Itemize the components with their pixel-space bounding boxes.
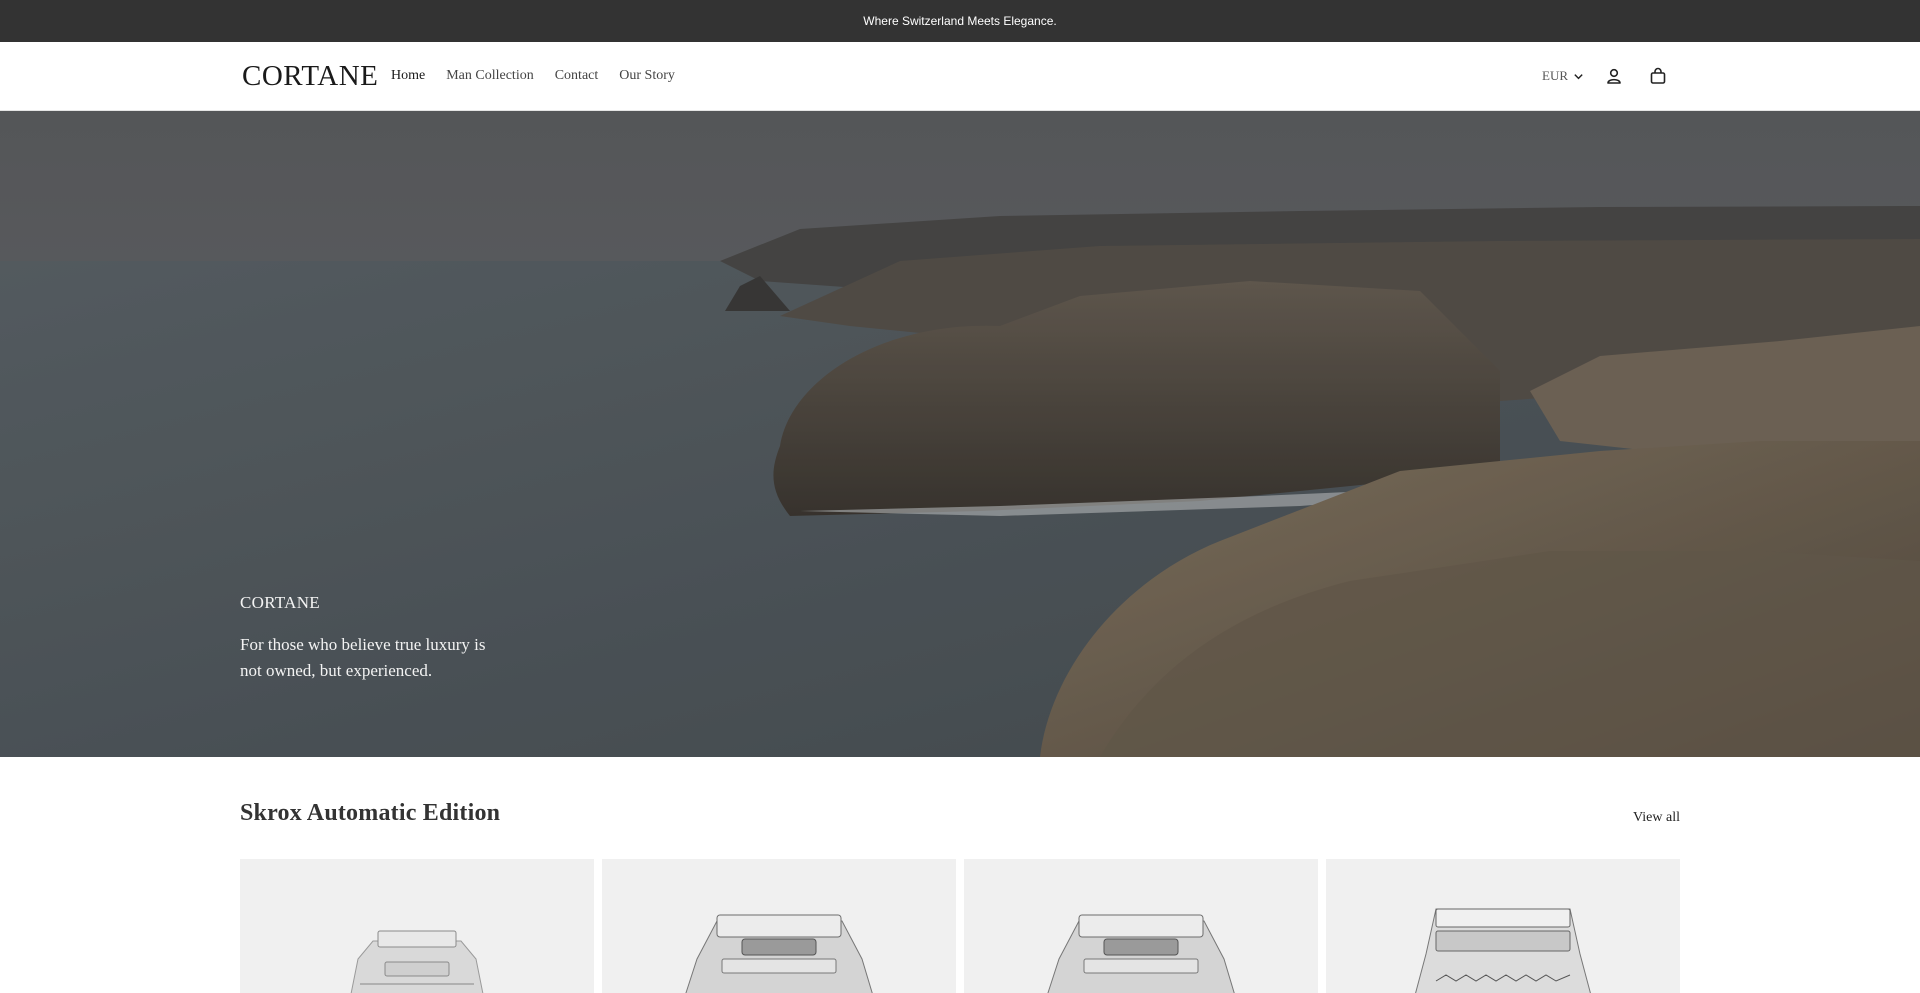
hero-brand: CORTANE [240,593,320,612]
watch-image [1415,908,1591,993]
collection-title: Skrox Automatic Edition [240,800,501,826]
product-grid [240,859,1680,993]
nav-man-collection[interactable]: Man Collection [446,68,534,84]
chevron-down-icon [1574,73,1583,79]
main-nav: Home Man Collection Contact Our Story [391,68,675,84]
nav-home[interactable]: Home [391,68,425,84]
account-icon[interactable] [1603,65,1625,87]
product-card[interactable] [964,859,1318,993]
nav-our-story[interactable]: Our Story [619,68,675,84]
watch-image [685,914,873,993]
currency-label: EUR [1542,68,1568,83]
logo[interactable]: CORTANE [242,60,378,93]
site-header: CORTANE Home Man Collection Contact Our … [0,42,1920,111]
hero-banner: CORTANE For those who believe true luxur… [0,111,1920,757]
announcement-text: Where Switzerland Meets Elegance. [863,14,1057,28]
product-card[interactable] [240,859,594,993]
announcement-bar: Where Switzerland Meets Elegance. [0,0,1920,42]
nav-contact[interactable]: Contact [555,68,599,84]
view-all-link[interactable]: View all [1633,810,1680,826]
watch-image [350,930,484,993]
currency-selector[interactable]: EUR [1542,68,1584,84]
product-card[interactable] [602,859,956,993]
cart-icon[interactable] [1647,65,1669,87]
product-card[interactable] [1326,859,1680,993]
watch-image [1047,914,1235,993]
hero-tagline: For those who believe true luxury is not… [240,635,486,680]
